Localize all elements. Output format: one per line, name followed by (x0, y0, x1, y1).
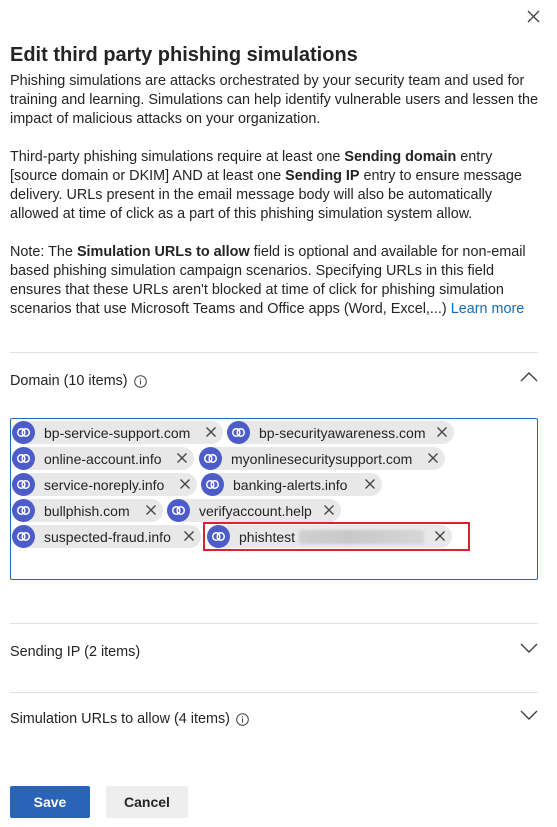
close-panel-button[interactable] (523, 6, 543, 26)
link-icon (167, 499, 190, 522)
domain-tag-label: bullphish.com (44, 502, 130, 519)
link-icon (12, 421, 35, 444)
domain-tag-label: bp-service-support.com (44, 424, 191, 441)
link-icon (12, 499, 35, 522)
remove-icon[interactable] (323, 504, 335, 516)
domain-tag-label: phishtest (239, 528, 296, 545)
domain-tag-label: verifyaccount.help (199, 502, 312, 519)
link-icon (12, 525, 35, 548)
intro-text: Phishing simulations are attacks orchest… (10, 73, 538, 127)
redacted-text (299, 529, 425, 544)
domain-tag: service-noreply.info (12, 473, 197, 496)
domain-input-box[interactable]: bp-service-support.com bp-securityawaren… (10, 418, 538, 580)
domain-section-title: Domain (10 items) (10, 373, 128, 389)
link-icon (207, 525, 230, 548)
remove-icon[interactable] (427, 452, 439, 464)
remove-icon[interactable] (205, 426, 217, 438)
link-icon (12, 473, 35, 496)
link-icon (227, 421, 250, 444)
learn-more-link[interactable]: Learn more (451, 301, 525, 317)
link-icon (199, 447, 222, 470)
domain-section-header[interactable]: Domain (10 items) (10, 369, 538, 393)
remove-icon[interactable] (183, 530, 195, 542)
sending-ip-section-header[interactable]: Sending IP (2 items) (10, 640, 538, 664)
domain-tag: bp-service-support.com (12, 421, 223, 444)
divider (10, 623, 538, 624)
save-button[interactable]: Save (10, 786, 90, 818)
link-icon (201, 473, 224, 496)
divider (10, 352, 538, 353)
remove-icon[interactable] (145, 504, 157, 516)
link-icon (12, 447, 35, 470)
domain-tag: online-account.info (12, 447, 194, 470)
domain-tag-label: service-noreply.info (44, 476, 165, 493)
requirement-text: Third-party phishing simulations require… (10, 149, 522, 222)
urls-section-title: Simulation URLs to allow (4 items) (10, 711, 230, 727)
divider (10, 692, 538, 693)
urls-section-header[interactable]: Simulation URLs to allow (4 items) (10, 707, 538, 731)
domain-tag-label: myonlinesecuritysupport.com (231, 450, 413, 467)
domain-tag: banking-alerts.info (201, 473, 382, 496)
remove-icon[interactable] (436, 426, 448, 438)
close-icon (527, 10, 539, 22)
domain-tag: bullphish.com (12, 499, 163, 522)
chevron-up-icon[interactable] (520, 371, 538, 383)
remove-icon[interactable] (434, 530, 446, 542)
chevron-down-icon[interactable] (520, 709, 538, 721)
remove-icon[interactable] (179, 478, 191, 490)
info-icon[interactable] (133, 374, 147, 388)
panel-title: Edit third party phishing simulations (10, 44, 358, 66)
domain-tag-label: online-account.info (44, 450, 162, 467)
domain-tag-label: bp-securityawareness.com (259, 424, 426, 441)
domain-tag: bp-securityawareness.com (227, 421, 454, 444)
domain-tag: myonlinesecuritysupport.com (199, 447, 445, 470)
note-text: Note: The Simulation URLs to allow field… (10, 244, 526, 317)
domain-tag-label: suspected-fraud.info (44, 528, 171, 545)
sending-ip-section-title: Sending IP (2 items) (10, 644, 141, 660)
domain-tag: phishtest (207, 525, 452, 548)
chevron-down-icon[interactable] (520, 642, 538, 654)
remove-icon[interactable] (176, 452, 188, 464)
remove-icon[interactable] (364, 478, 376, 490)
info-icon[interactable] (236, 712, 249, 726)
domain-tag: verifyaccount.help (167, 499, 341, 522)
domain-tag: suspected-fraud.info (12, 525, 201, 548)
cancel-button[interactable]: Cancel (106, 786, 188, 818)
domain-tag-label: banking-alerts.info (233, 476, 348, 493)
